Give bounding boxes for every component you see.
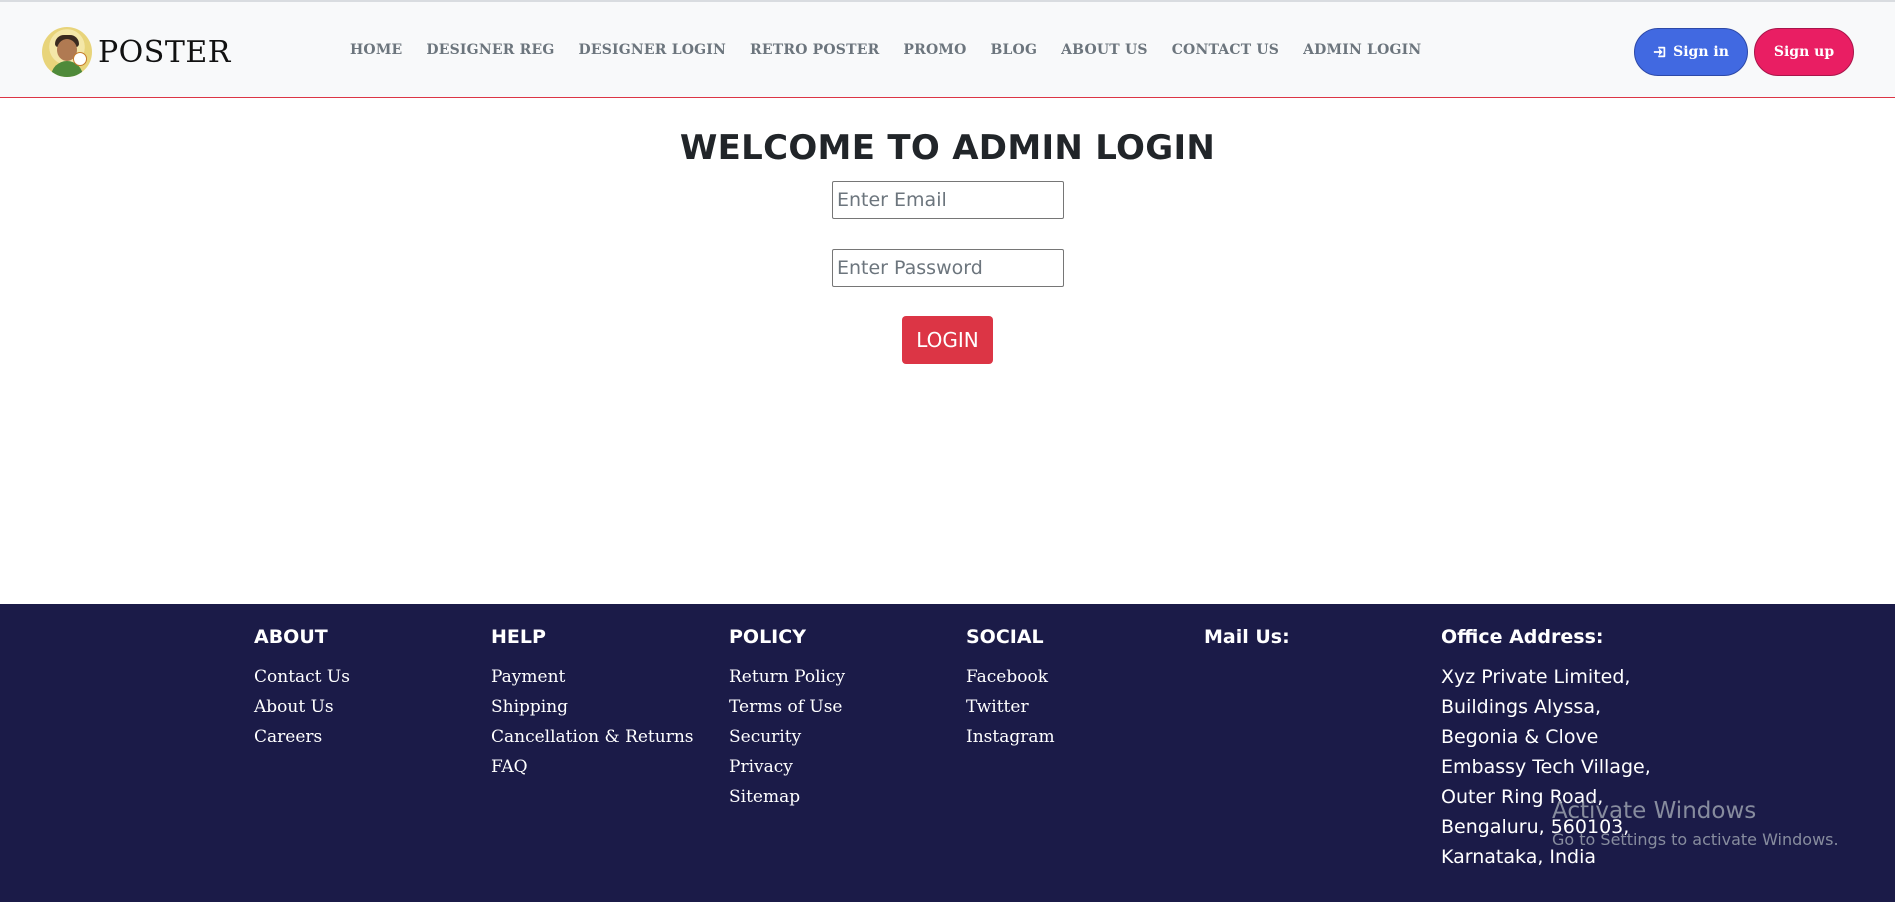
footer-mail-heading: Mail Us: [1204, 626, 1290, 648]
email-field[interactable] [832, 181, 1064, 219]
footer-link-terms-of-use[interactable]: Terms of Use [729, 692, 845, 722]
footer-link-privacy[interactable]: Privacy [729, 752, 845, 782]
navbar: POSTER HOME DESIGNER REG DESIGNER LOGIN … [0, 0, 1895, 98]
nav-blog[interactable]: BLOG [978, 42, 1049, 58]
footer-link-about-us[interactable]: About Us [254, 692, 350, 722]
footer-link-sitemap[interactable]: Sitemap [729, 782, 845, 812]
footer-link-payment[interactable]: Payment [491, 662, 694, 692]
nav-about-us[interactable]: ABOUT US [1049, 42, 1160, 58]
sign-in-label: Sign in [1673, 44, 1729, 60]
footer-link-return-policy[interactable]: Return Policy [729, 662, 845, 692]
office-address-line: Xyz Private Limited, [1441, 666, 1631, 688]
nav-home[interactable]: HOME [338, 42, 414, 58]
windows-activation-watermark: Activate Windows Go to Settings to activ… [1552, 798, 1839, 849]
watermark-subtitle: Go to Settings to activate Windows. [1552, 830, 1839, 849]
footer-link-security[interactable]: Security [729, 722, 845, 752]
brand-name[interactable]: POSTER [98, 35, 231, 70]
footer-about: ABOUT Contact Us About Us Careers [254, 626, 350, 752]
nav-admin-login[interactable]: ADMIN LOGIN [1291, 42, 1433, 58]
nav-retro-poster[interactable]: RETRO POSTER [738, 42, 891, 58]
sign-up-button[interactable]: Sign up [1754, 28, 1854, 76]
footer-policy: POLICY Return Policy Terms of Use Securi… [729, 626, 845, 812]
nav-promo[interactable]: PROMO [891, 42, 978, 58]
footer-link-careers[interactable]: Careers [254, 722, 350, 752]
main-nav: HOME DESIGNER REG DESIGNER LOGIN RETRO P… [338, 42, 1433, 58]
footer-office-heading: Office Address: [1441, 626, 1604, 648]
footer-link-cancellation-returns[interactable]: Cancellation & Returns [491, 722, 694, 752]
office-address-line: Begonia & Clove [1441, 726, 1599, 748]
footer-social-heading: SOCIAL [966, 626, 1044, 648]
footer-link-faq[interactable]: FAQ [491, 752, 694, 782]
footer-help: HELP Payment Shipping Cancellation & Ret… [491, 626, 694, 782]
office-address-line: Buildings Alyssa, [1441, 696, 1602, 718]
footer-link-facebook[interactable]: Facebook [966, 662, 1055, 692]
sign-in-icon [1653, 46, 1666, 58]
office-address-line: Embassy Tech Village, [1441, 756, 1651, 778]
footer-about-heading: ABOUT [254, 626, 328, 648]
brand[interactable]: POSTER [42, 24, 231, 80]
footer-link-contact-us[interactable]: Contact Us [254, 662, 350, 692]
footer-policy-heading: POLICY [729, 626, 806, 648]
footer-link-shipping[interactable]: Shipping [491, 692, 694, 722]
footer-social: SOCIAL Facebook Twitter Instagram [966, 626, 1055, 752]
nav-designer-login[interactable]: DESIGNER LOGIN [566, 42, 738, 58]
footer-link-twitter[interactable]: Twitter [966, 692, 1055, 722]
brand-logo [42, 27, 92, 77]
page-title: WELCOME TO ADMIN LOGIN [679, 128, 1216, 168]
footer: ABOUT Contact Us About Us Careers HELP P… [0, 604, 1895, 902]
footer-mail: Mail Us: [1204, 626, 1290, 662]
sign-in-button[interactable]: Sign in [1634, 28, 1748, 76]
watermark-title: Activate Windows [1552, 798, 1757, 824]
footer-help-heading: HELP [491, 626, 546, 648]
sign-up-label: Sign up [1773, 44, 1835, 60]
nav-contact-us[interactable]: CONTACT US [1160, 42, 1291, 58]
nav-designer-reg[interactable]: DESIGNER REG [414, 42, 566, 58]
footer-link-instagram[interactable]: Instagram [966, 722, 1055, 752]
password-field[interactable] [832, 249, 1064, 287]
login-button[interactable]: LOGIN [902, 316, 993, 364]
